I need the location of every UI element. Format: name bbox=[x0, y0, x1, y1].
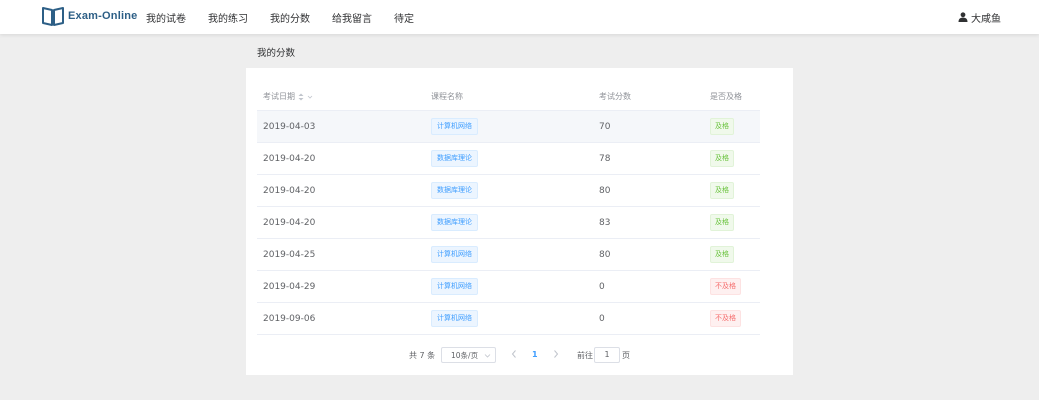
table-row[interactable]: 2019-04-20 数据库理论 80 及格 bbox=[257, 175, 760, 207]
chevron-right-icon[interactable] bbox=[552, 349, 560, 359]
cell-score: 83 bbox=[599, 217, 611, 228]
scores-card: 考试日期 课程名称 考试分数 是否及格 2019-04-03 计算机网络 70 … bbox=[246, 68, 793, 375]
course-tag: 数据库理论 bbox=[431, 150, 478, 167]
course-tag: 计算机网络 bbox=[431, 278, 478, 295]
cell-course: 计算机网络 bbox=[425, 310, 593, 327]
table-row[interactable]: 2019-04-20 数据库理论 78 及格 bbox=[257, 143, 760, 175]
course-tag: 数据库理论 bbox=[431, 214, 478, 231]
app-logo[interactable]: Exam-Online bbox=[42, 6, 137, 26]
cell-date: 2019-04-20 bbox=[263, 153, 316, 164]
goto-label: 前往 bbox=[577, 351, 593, 360]
cell-score: 0 bbox=[599, 313, 605, 324]
table-row[interactable]: 2019-04-25 计算机网络 80 及格 bbox=[257, 239, 760, 271]
user-menu[interactable]: 大咸鱼 bbox=[958, 0, 1001, 34]
column-header-course: 课程名称 bbox=[431, 92, 463, 101]
column-header-pass: 是否及格 bbox=[710, 92, 742, 101]
goto-page-input[interactable]: 1 bbox=[594, 347, 620, 363]
cell-score: 80 bbox=[599, 249, 611, 260]
table-row[interactable]: 2019-04-20 数据库理论 83 及格 bbox=[257, 207, 760, 239]
page-suffix-label: 页 bbox=[622, 351, 630, 360]
status-badge: 及格 bbox=[710, 246, 734, 263]
cell-pass: 及格 bbox=[704, 150, 760, 167]
chevron-down-icon[interactable] bbox=[307, 94, 313, 100]
status-badge: 不及格 bbox=[710, 310, 741, 327]
course-tag: 计算机网络 bbox=[431, 246, 478, 263]
nav-my-papers[interactable]: 我的试卷 bbox=[146, 10, 186, 25]
pagination-total: 共 7 条 bbox=[409, 351, 436, 360]
cell-score: 70 bbox=[599, 121, 611, 132]
sort-caret-icon[interactable] bbox=[298, 93, 304, 101]
course-tag: 数据库理论 bbox=[431, 182, 478, 199]
table-row[interactable]: 2019-04-29 计算机网络 0 不及格 bbox=[257, 271, 760, 303]
cell-course: 计算机网络 bbox=[425, 278, 593, 295]
cell-date: 2019-09-06 bbox=[263, 313, 316, 324]
top-navbar: Exam-Online 我的试卷 我的练习 我的分数 给我留言 待定 大咸鱼 bbox=[0, 0, 1039, 34]
user-name: 大咸鱼 bbox=[971, 13, 1001, 25]
page-number-current[interactable]: 1 bbox=[532, 350, 538, 359]
status-badge: 及格 bbox=[710, 150, 734, 167]
column-header-date[interactable]: 考试日期 bbox=[257, 91, 425, 102]
cell-pass: 及格 bbox=[704, 214, 760, 231]
open-book-icon bbox=[42, 7, 64, 26]
nav-pending[interactable]: 待定 bbox=[394, 10, 414, 25]
scores-table: 考试日期 课程名称 考试分数 是否及格 2019-04-03 计算机网络 70 … bbox=[257, 83, 760, 335]
main-nav: 我的试卷 我的练习 我的分数 给我留言 待定 bbox=[146, 0, 436, 34]
user-icon bbox=[958, 12, 968, 22]
cell-pass: 及格 bbox=[704, 118, 760, 135]
status-badge: 及格 bbox=[710, 118, 734, 135]
cell-pass: 不及格 bbox=[704, 310, 760, 327]
table-row[interactable]: 2019-09-06 计算机网络 0 不及格 bbox=[257, 303, 760, 335]
table-header: 考试日期 课程名称 考试分数 是否及格 bbox=[257, 83, 760, 111]
course-tag: 计算机网络 bbox=[431, 310, 478, 327]
chevron-down-icon bbox=[484, 354, 491, 358]
cell-score: 0 bbox=[599, 281, 605, 292]
cell-date: 2019-04-03 bbox=[263, 121, 316, 132]
cell-course: 数据库理论 bbox=[425, 150, 593, 167]
course-tag: 计算机网络 bbox=[431, 118, 478, 135]
page-size-select[interactable]: 10条/页 bbox=[441, 347, 496, 363]
cell-course: 计算机网络 bbox=[425, 118, 593, 135]
cell-date: 2019-04-29 bbox=[263, 281, 316, 292]
cell-pass: 不及格 bbox=[704, 278, 760, 295]
pagination: 共 7 条 10条/页 1 前往 1 页 bbox=[246, 347, 793, 363]
cell-date: 2019-04-25 bbox=[263, 249, 316, 260]
nav-my-practice[interactable]: 我的练习 bbox=[208, 10, 248, 25]
column-header-score: 考试分数 bbox=[599, 92, 631, 101]
cell-date: 2019-04-20 bbox=[263, 217, 316, 228]
status-badge: 及格 bbox=[710, 214, 734, 231]
nav-my-scores[interactable]: 我的分数 bbox=[270, 10, 310, 25]
column-header-date-label: 考试日期 bbox=[263, 92, 295, 101]
cell-pass: 及格 bbox=[704, 182, 760, 199]
cell-date: 2019-04-20 bbox=[263, 185, 316, 196]
nav-leave-message[interactable]: 给我留言 bbox=[332, 10, 372, 25]
cell-score: 78 bbox=[599, 153, 611, 164]
cell-pass: 及格 bbox=[704, 246, 760, 263]
cell-course: 计算机网络 bbox=[425, 246, 593, 263]
page-size-value: 10条/页 bbox=[451, 350, 479, 360]
page-title: 我的分数 bbox=[257, 48, 296, 59]
status-badge: 及格 bbox=[710, 182, 734, 199]
cell-score: 80 bbox=[599, 185, 611, 196]
chevron-left-icon[interactable] bbox=[510, 349, 518, 359]
cell-course: 数据库理论 bbox=[425, 182, 593, 199]
app-name: Exam-Online bbox=[68, 10, 138, 22]
table-row[interactable]: 2019-04-03 计算机网络 70 及格 bbox=[257, 111, 760, 143]
status-badge: 不及格 bbox=[710, 278, 741, 295]
cell-course: 数据库理论 bbox=[425, 214, 593, 231]
